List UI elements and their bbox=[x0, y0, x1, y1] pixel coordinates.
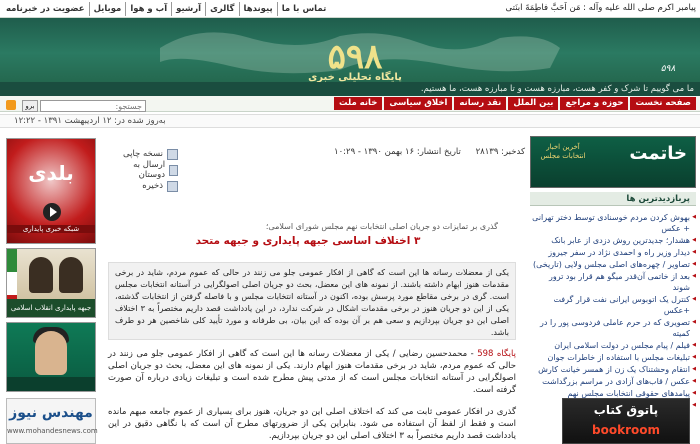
ad-person-banner[interactable] bbox=[6, 322, 96, 392]
site-banner: ۵۹۸ پایگاه تحلیلی خبری ۵۹۸ bbox=[0, 18, 700, 82]
emblem-icon: ۵۹۸ bbox=[660, 64, 676, 74]
portrait-image bbox=[59, 257, 83, 293]
popular-item[interactable]: کنترل یک اتوبوس ایرانی نفت قرار گرفت +عک… bbox=[530, 294, 696, 316]
menu-international[interactable]: بین الملل bbox=[508, 97, 559, 110]
menu-political-ethics[interactable]: اخلاق سیاسی bbox=[384, 97, 453, 110]
top-nav-links: تماس با ما پیوندها گالری آرشیو آب و هوا … bbox=[2, 2, 330, 16]
print-label: نسخه چاپی bbox=[123, 149, 163, 159]
ad-baladi-caption: شبکه خبری پایداری bbox=[7, 225, 95, 233]
article-lead: یکی از معضلات رسانه ها این است که گاهی ا… bbox=[108, 262, 516, 340]
popular-item[interactable]: تصاویر / چهره‌های اصلی مجلس ولایی (تاریخ… bbox=[530, 259, 696, 270]
mail-icon bbox=[169, 164, 178, 176]
menu-hawza[interactable]: حوزه و مراجع bbox=[560, 97, 629, 110]
publish-date: تاریخ انتشار: ۱۶ بهمن ۱۳۹۰ - ۱۰:۲۹ bbox=[334, 147, 461, 157]
top-link-contact[interactable]: تماس با ما bbox=[276, 2, 331, 16]
ad-baladi-banner[interactable]: بلدی شبکه خبری پایداری bbox=[6, 138, 96, 244]
menu-media-critique[interactable]: نقد رسانه bbox=[454, 97, 507, 110]
search-input[interactable] bbox=[40, 100, 146, 112]
article-paragraph: پایگاه 598 - محمدحسین رضایی / یکی از معض… bbox=[108, 348, 516, 396]
article-headline: ۳ اختلاف اساسی جبهه پایداری و جبهه متحد bbox=[195, 235, 421, 247]
bookroom-brand: bookroom bbox=[592, 423, 660, 437]
news-code: کدخبر: ۲۸۱۳۹ bbox=[475, 147, 525, 157]
menu-parliament[interactable]: خانه ملت bbox=[333, 97, 383, 110]
popular-item[interactable]: انتقام وحشتناک یک زن از همسر خیانت کارش bbox=[530, 364, 696, 375]
rss-icon[interactable] bbox=[6, 100, 16, 110]
save-icon bbox=[167, 180, 178, 192]
last-updated-date: به‌روز شده در: ۱۲ اردیبهشت ۱۳۹۱ - ۱۲:۲۲ bbox=[14, 116, 166, 126]
source-link[interactable]: پایگاه 598 bbox=[477, 349, 516, 359]
popular-item[interactable]: تبلیغات مجلس با استفاده از خاطرات جوان bbox=[530, 352, 696, 363]
popular-item[interactable]: تصویری که در حرم عاملی فردوسی پور را در … bbox=[530, 317, 696, 339]
ad-bookroom[interactable]: پاتوق کتاب bookroom bbox=[562, 398, 690, 444]
ad-khatnet[interactable]: خاتمت آخرین اخبار انتخابات مجلس bbox=[530, 136, 696, 188]
khatnet-subtitle: آخرین اخبار انتخابات مجلس bbox=[540, 143, 586, 160]
send-label: ارسال به دوستان bbox=[133, 160, 166, 180]
ad-baladi-title: بلدی bbox=[28, 161, 74, 185]
ad-person-strip bbox=[7, 377, 95, 391]
popular-list: بهوش کردن مردم خوسنادی توسط دختر تهرانی … bbox=[530, 212, 696, 412]
ad-paydari-caption: جبهه پایداری انقلاب اسلامی bbox=[7, 299, 95, 317]
top-link-gallery[interactable]: گالری bbox=[205, 2, 238, 16]
top-link-mobile[interactable]: موبایل bbox=[88, 2, 126, 16]
ad-mohandes-news[interactable]: مهندس نیوز www.mohandesnews.com bbox=[6, 398, 98, 444]
portrait-image bbox=[29, 257, 53, 293]
portrait-image bbox=[35, 331, 67, 375]
send-to-friend-button[interactable]: ارسال به دوستان bbox=[118, 160, 178, 180]
ad-mohandes-title: مهندس نیوز bbox=[9, 405, 93, 421]
save-label: ذخیره bbox=[142, 181, 163, 191]
popular-item[interactable]: فیلم / پیام مجلس در دولت اسلامی ایران bbox=[530, 340, 696, 351]
printer-icon bbox=[167, 148, 178, 160]
menu-home[interactable]: صفحه نخست bbox=[630, 97, 696, 110]
popular-item[interactable]: دیدار وزیر راه و احمدی نژاد در سفر جیروز bbox=[530, 247, 696, 258]
article-paragraph-text: - محمدحسین رضایی / یکی از معضلات رسانه ه… bbox=[108, 349, 516, 395]
date-bar: به‌روز شده در: ۱۲ اردیبهشت ۱۳۹۱ - ۱۲:۲۲ bbox=[0, 114, 700, 128]
khatnet-title: خاتمت bbox=[629, 143, 687, 164]
popular-heading: پربازدیدترین ها bbox=[530, 192, 696, 206]
top-link-weather[interactable]: آب و هوا bbox=[125, 2, 171, 16]
ad-paydari-banner[interactable]: جبهه پایداری انقلاب اسلامی bbox=[6, 248, 96, 318]
article-subtitle: گذری بر تمایزات دو جریان اصلی انتخابات ن… bbox=[265, 222, 498, 231]
article-paragraph: گذری در افکار عمومی ثابت می کند که اختلا… bbox=[108, 407, 516, 441]
top-link-newsletter[interactable]: عضویت در خبرنامه bbox=[2, 2, 89, 16]
ad-mohandes-url: www.mohandesnews.com bbox=[7, 427, 98, 435]
top-link-archive[interactable]: آرشیو bbox=[171, 2, 205, 16]
search-button[interactable]: برو bbox=[22, 100, 38, 112]
article-tools: نسخه چاپی ارسال به دوستان ذخیره bbox=[118, 146, 178, 194]
logo-subtitle: پایگاه تحلیلی خبری bbox=[308, 72, 402, 82]
logo-number: ۵۹۸ bbox=[327, 37, 383, 77]
bookroom-title: پاتوق کتاب bbox=[593, 403, 659, 417]
top-link-links[interactable]: پیوندها bbox=[238, 2, 277, 16]
popular-item[interactable]: عکس / قاب‌های آزادی در مراسم بزرگداشت bbox=[530, 376, 696, 387]
popular-item[interactable]: بهوش کردن مردم خوسنادی توسط دختر تهرانی … bbox=[530, 212, 696, 234]
news-info: کدخبر: ۲۸۱۳۹ تاریخ انتشار: ۱۶ بهمن ۱۳۹۰ … bbox=[255, 147, 525, 157]
hadith-text: پیامبر اکرم صلی الله علیه وآله : مَن اَح… bbox=[505, 3, 696, 13]
save-button[interactable]: ذخیره bbox=[118, 178, 178, 194]
play-icon bbox=[43, 203, 61, 221]
tagline: ما می گوییم تا شرک و کفر هست، مبارزه هست… bbox=[0, 82, 700, 96]
top-nav: تماس با ما پیوندها گالری آرشیو آب و هوا … bbox=[0, 0, 700, 18]
popular-item[interactable]: هشدار؛ جدیدترین روش دزدی از عابر بانک bbox=[530, 235, 696, 246]
popular-item[interactable]: بعد از خاتمی آن‌قدر میگو هم قرار بود ترو… bbox=[530, 271, 696, 293]
site-logo[interactable]: ۵۹۸ پایگاه تحلیلی خبری bbox=[295, 40, 415, 82]
